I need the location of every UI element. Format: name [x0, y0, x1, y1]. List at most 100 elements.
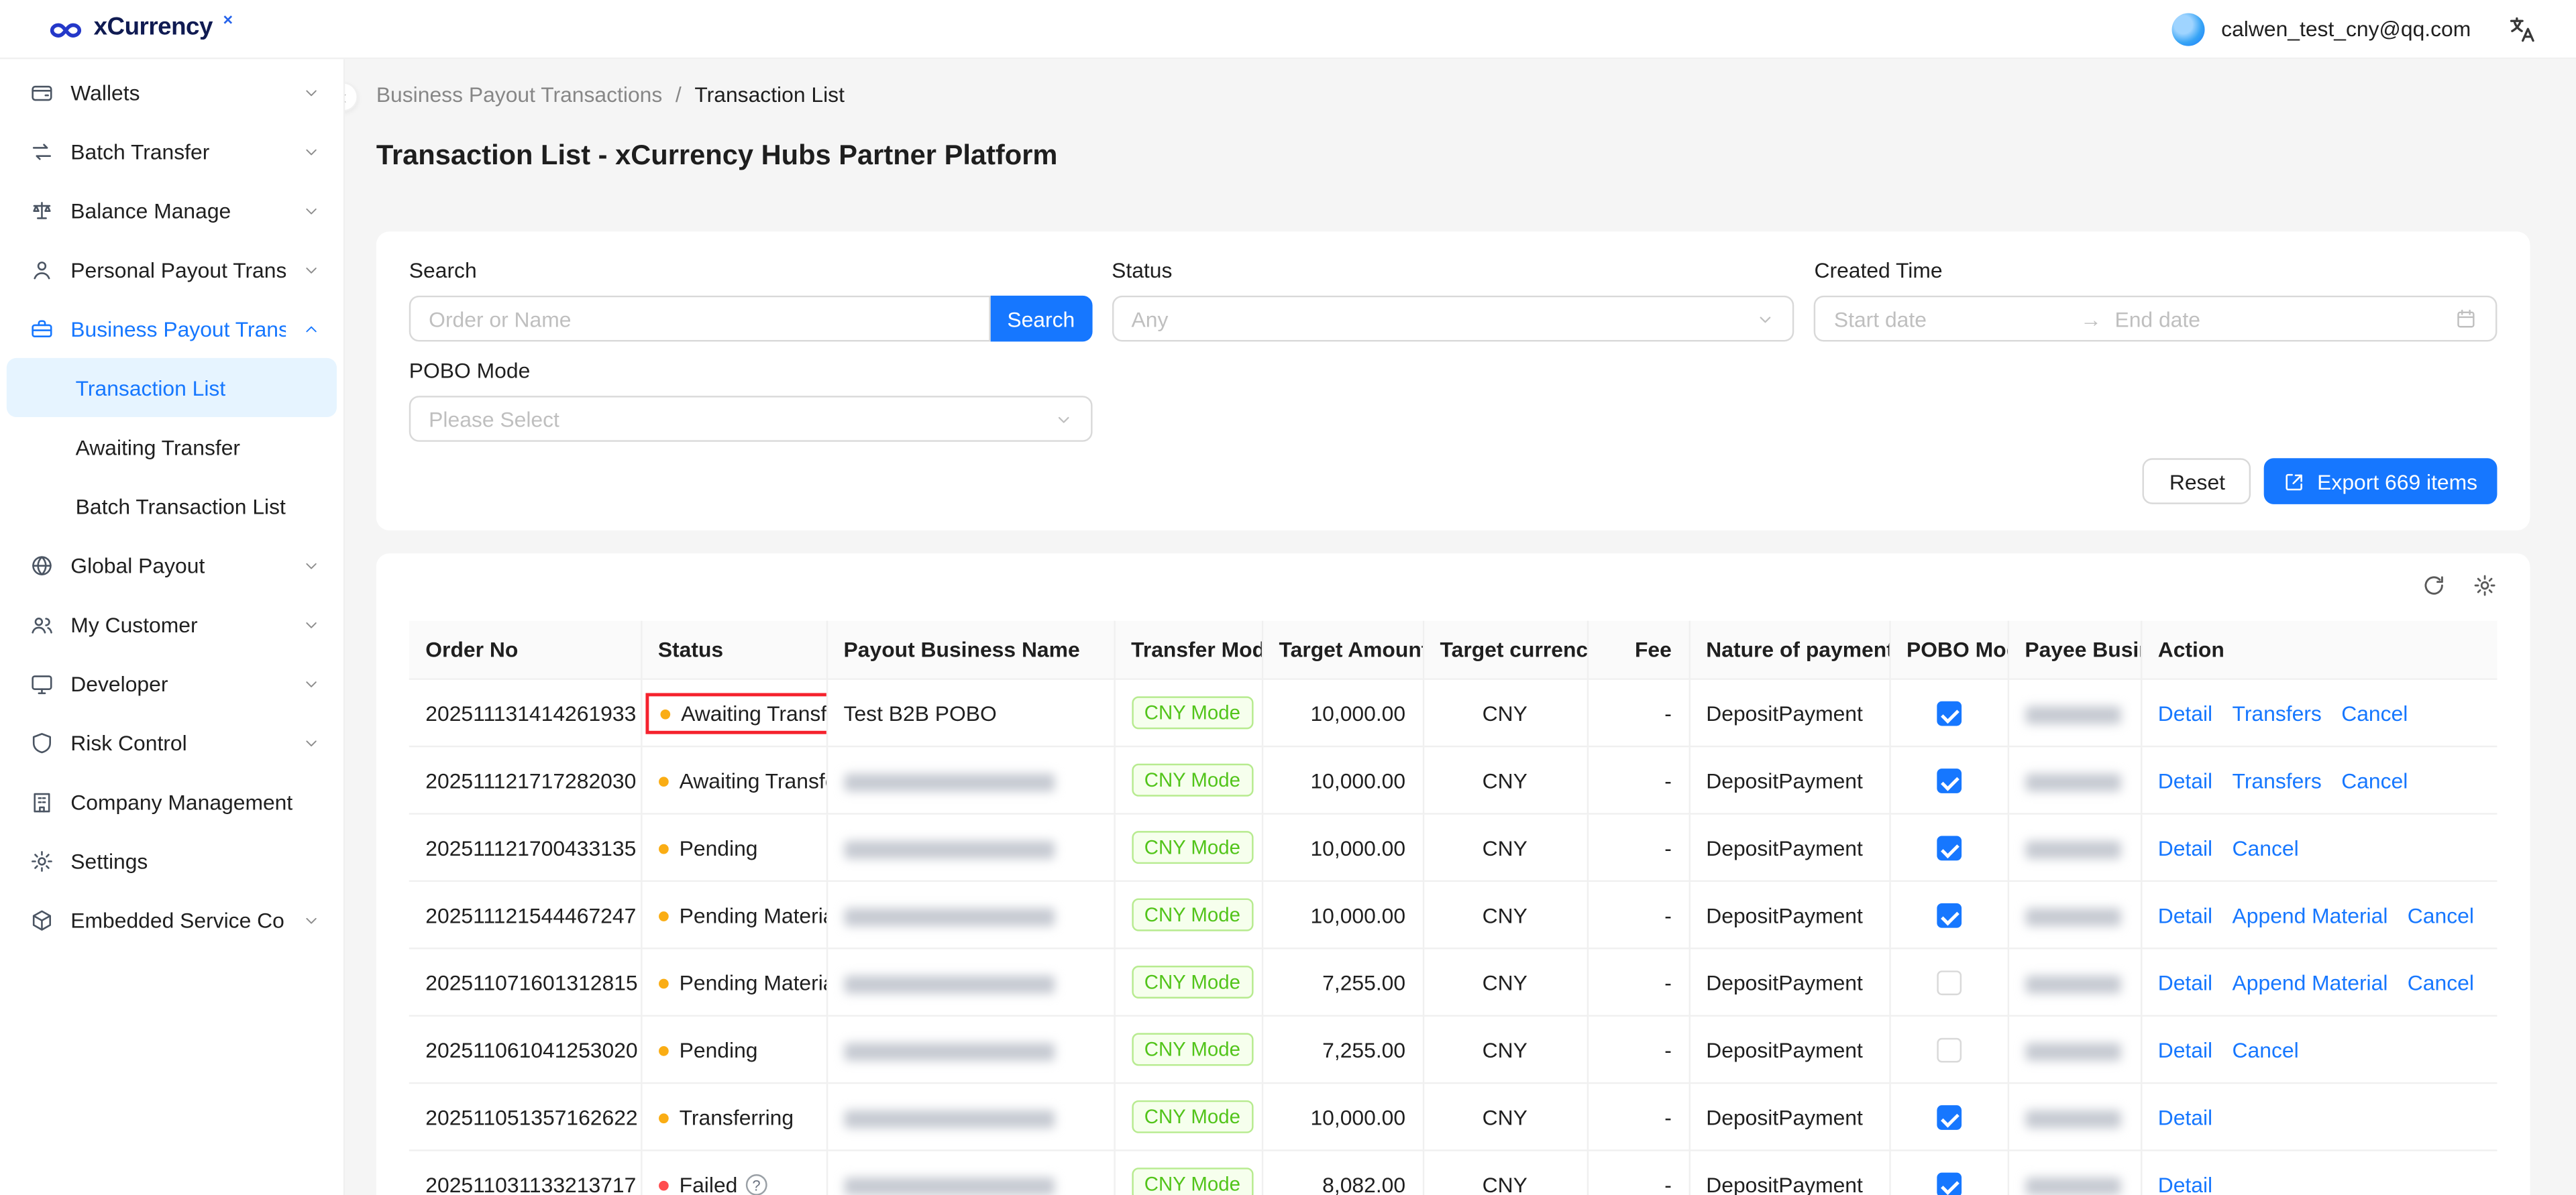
sidebar-subitem-batch-transaction-list[interactable]: Batch Transaction List: [7, 476, 337, 535]
pobo-checkbox[interactable]: [1936, 903, 1961, 928]
translate-icon[interactable]: [2507, 14, 2536, 44]
status-dot: [657, 776, 668, 787]
cell-pobo_mode: [1889, 948, 2008, 1017]
search-input[interactable]: [409, 295, 990, 342]
transfer-mode-tag: CNY Mode: [1131, 1168, 1254, 1195]
order-no: 202511071601312815: [425, 970, 638, 994]
transfers-link[interactable]: Transfers: [2233, 700, 2322, 725]
export-button-label: Export 669 items: [2317, 469, 2478, 494]
detail-link[interactable]: Detail: [2158, 768, 2212, 793]
status-text: Pending: [679, 836, 758, 861]
export-button[interactable]: Export 669 items: [2264, 458, 2498, 504]
append-material-link[interactable]: Append Material: [2233, 903, 2388, 927]
cell-transfer_mode: CNY Mode: [1114, 948, 1263, 1017]
date-range-picker[interactable]: Start date → End date: [1814, 295, 2498, 342]
detail-link[interactable]: Detail: [2158, 1172, 2212, 1195]
table-settings-icon[interactable]: [2473, 573, 2498, 598]
detail-link[interactable]: Detail: [2158, 903, 2212, 927]
transfer-mode-tag: CNY Mode: [1131, 1100, 1254, 1133]
sidebar-item-risk-control[interactable]: Risk Control: [0, 713, 343, 772]
export-icon: [2284, 471, 2306, 492]
status-dot: [657, 978, 668, 988]
pobo-checkbox[interactable]: [1936, 701, 1961, 726]
status-wrap: Failed?: [657, 1173, 767, 1195]
status-field: Status Any: [1112, 258, 1795, 342]
cancel-link[interactable]: Cancel: [2408, 903, 2474, 927]
created-time-field: Created Time Start date → End date: [1814, 258, 2498, 342]
cell-nature_of_payment: DepositPayment: [1688, 813, 1890, 883]
cancel-link[interactable]: Cancel: [2408, 970, 2474, 994]
cancel-link[interactable]: Cancel: [2341, 768, 2408, 793]
cancel-link[interactable]: Cancel: [2233, 835, 2299, 860]
detail-link[interactable]: Detail: [2158, 700, 2212, 725]
sidebar-item-batch-transfer[interactable]: Batch Transfer: [0, 121, 343, 180]
sidebar: Wallets Batch Transfer Balance Manage Perso…: [0, 59, 345, 1195]
start-date-input[interactable]: Start date: [1834, 306, 2068, 331]
breadcrumb-separator: /: [675, 82, 682, 107]
refresh-icon[interactable]: [2422, 573, 2447, 598]
cell-pobo_mode: [1889, 1150, 2008, 1195]
sidebar-item-label: My Customer: [70, 612, 198, 636]
target-currency: CNY: [1482, 970, 1527, 994]
sidebar-subitem-transaction-list[interactable]: Transaction List: [6, 357, 337, 418]
cell-transfer_mode: CNY Mode: [1114, 1015, 1263, 1084]
company-icon: [30, 789, 54, 814]
brand-logo[interactable]: xCurrency ✕: [46, 13, 233, 45]
fee: -: [1664, 700, 1672, 726]
table-card: Order No Status Payout Business Name Transf…: [376, 553, 2530, 1195]
table-row: 202511131414261933 Awaiting Transfer Test …: [409, 679, 2498, 748]
blurred-text: [2025, 1042, 2121, 1060]
sidebar-subitem-awaiting-transfer[interactable]: Awaiting Transfer: [7, 417, 337, 476]
pobo-mode-select[interactable]: Please Select: [409, 396, 1092, 442]
cell-target_currency: CNY: [1422, 679, 1588, 748]
sidebar-item-wallets[interactable]: Wallets: [0, 62, 343, 121]
sidebar-item-my-customer[interactable]: My Customer: [0, 595, 343, 654]
transfers-link[interactable]: Transfers: [2233, 768, 2322, 793]
pobo-checkbox[interactable]: [1936, 836, 1961, 861]
cell-transfer_mode: CNY Mode: [1114, 746, 1263, 815]
blurred-text: [843, 907, 1055, 926]
action-links: Detail: [2158, 1104, 2212, 1129]
sidebar-item-global-payout[interactable]: Global Payout: [0, 535, 343, 594]
breadcrumb: Business Payout Transactions / Transacti…: [376, 82, 2530, 107]
sidebar-item-balance-manage[interactable]: Balance Manage: [0, 180, 343, 239]
sidebar-item-settings[interactable]: Settings: [0, 831, 343, 890]
cell-order_no: 202511121717282030: [409, 746, 642, 815]
sidebar-item-personal-payout-trans[interactable]: Personal Payout Trans...: [0, 240, 343, 299]
cancel-link[interactable]: Cancel: [2341, 700, 2408, 725]
table-row: 202511031133213717 Failed? CNY Mode 8,082.0…: [409, 1150, 2498, 1195]
sidebar-item-company-management[interactable]: Company Management: [0, 772, 343, 831]
pobo-checkbox[interactable]: [1936, 1037, 1961, 1063]
pobo-checkbox[interactable]: [1936, 769, 1961, 793]
reset-button[interactable]: Reset: [2143, 458, 2252, 504]
avatar[interactable]: [2171, 12, 2205, 46]
target-currency: CNY: [1482, 767, 1527, 793]
header-right: calwen_test_cny@qq.com: [2171, 12, 2537, 46]
pobo-checkbox[interactable]: [1936, 1172, 1961, 1195]
detail-link[interactable]: Detail: [2158, 1104, 2212, 1129]
breadcrumb-parent[interactable]: Business Payout Transactions: [376, 82, 663, 107]
detail-link[interactable]: Detail: [2158, 1037, 2212, 1062]
end-date-input[interactable]: End date: [2114, 306, 2441, 331]
status-text: Transferring: [679, 1105, 794, 1131]
search-button[interactable]: Search: [989, 295, 1092, 342]
cell-target_currency: CNY: [1422, 746, 1588, 815]
transfer-mode-tag: CNY Mode: [1131, 1033, 1254, 1066]
append-material-link[interactable]: Append Material: [2233, 970, 2388, 994]
detail-link[interactable]: Detail: [2158, 835, 2212, 860]
sidebar-item-business-payout-trans[interactable]: Business Payout Trans...: [0, 299, 343, 358]
target-amount: 10,000.00: [1310, 1104, 1406, 1129]
pobo-checkbox[interactable]: [1936, 970, 1961, 996]
pobo-checkbox[interactable]: [1936, 1105, 1961, 1130]
breadcrumb-current: Transaction List: [694, 82, 845, 107]
cell-fee: -: [1587, 1015, 1690, 1084]
question-circle-icon[interactable]: ?: [745, 1174, 767, 1195]
embedded-service-icon: [30, 907, 54, 932]
status-select[interactable]: Any: [1112, 295, 1795, 342]
table-row: 202511071601312815 Pending Material CNY Mo…: [409, 948, 2498, 1017]
cell-payee_business: [2007, 1083, 2142, 1151]
cancel-link[interactable]: Cancel: [2233, 1037, 2299, 1062]
sidebar-item-embedded-service-co[interactable]: Embedded Service Co...: [0, 890, 343, 949]
detail-link[interactable]: Detail: [2158, 970, 2212, 994]
sidebar-item-developer[interactable]: Developer: [0, 654, 343, 713]
